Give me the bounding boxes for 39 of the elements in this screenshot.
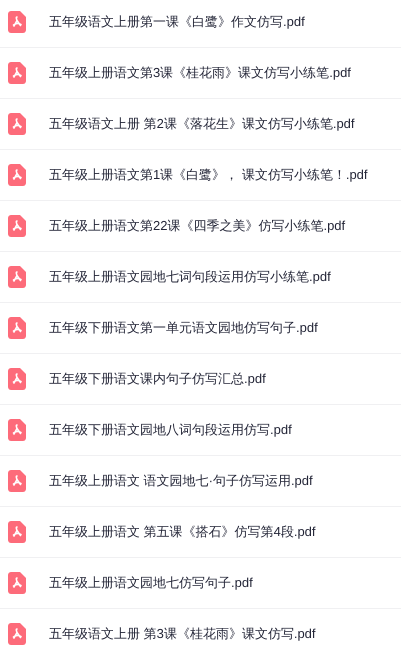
file-row[interactable]: 五年级上册语文园地七仿写句子.pdf (0, 558, 401, 609)
pdf-file-icon (8, 317, 26, 339)
file-row[interactable]: 五年级下册语文课内句子仿写汇总.pdf (0, 354, 401, 405)
pdf-file-icon (8, 266, 26, 288)
file-name: 五年级上册语文第1课《白鹭》， 课文仿写小练笔！.pdf (49, 166, 368, 184)
file-name: 五年级下册语文课内句子仿写汇总.pdf (49, 370, 266, 388)
file-name: 五年级上册语文第22课《四季之美》仿写小练笔.pdf (49, 217, 346, 236)
file-row[interactable]: 五年级上册语文园地七词句段运用仿写小练笔.pdf (0, 252, 401, 303)
pdf-file-icon (8, 11, 26, 33)
file-row[interactable]: 五年级下册语文园地八词句段运用仿写.pdf (0, 405, 401, 456)
file-name: 五年级上册语文园地七词句段运用仿写小练笔.pdf (49, 268, 331, 286)
file-name: 五年级上册语文第3课《桂花雨》课文仿写小练笔.pdf (49, 64, 351, 82)
file-row[interactable]: 五年级语文上册 第2课《落花生》课文仿写小练笔.pdf (0, 99, 401, 150)
pdf-file-icon (8, 521, 26, 543)
file-name: 五年级下册语文园地八词句段运用仿写.pdf (49, 421, 292, 440)
file-row[interactable]: 五年级语文上册 第3课《桂花雨》课文仿写.pdf (0, 609, 401, 654)
pdf-file-icon (8, 368, 26, 390)
pdf-file-icon (8, 62, 26, 84)
file-row[interactable]: 五年级上册语文第22课《四季之美》仿写小练笔.pdf (0, 201, 401, 252)
pdf-file-icon (8, 572, 26, 594)
file-name: 五年级上册语文 语文园地七·句子仿写运用.pdf (49, 472, 313, 490)
file-row[interactable]: 五年级上册语文第1课《白鹭》， 课文仿写小练笔！.pdf (0, 150, 401, 201)
pdf-file-icon (8, 164, 26, 186)
file-name: 五年级语文上册 第3课《桂花雨》课文仿写.pdf (49, 625, 316, 644)
file-name: 五年级上册语文园地七仿写句子.pdf (49, 574, 253, 592)
file-row[interactable]: 五年级下册语文第一单元语文园地仿写句子.pdf (0, 303, 401, 354)
pdf-file-icon (8, 215, 26, 237)
file-row[interactable]: 五年级上册语文第3课《桂花雨》课文仿写小练笔.pdf (0, 48, 401, 99)
file-name: 五年级下册语文第一单元语文园地仿写句子.pdf (49, 319, 318, 338)
file-name: 五年级上册语文 第五课《搭石》仿写第4段.pdf (49, 523, 316, 542)
pdf-file-icon (8, 419, 26, 441)
pdf-file-icon (8, 113, 26, 135)
file-name: 五年级语文上册 第2课《落花生》课文仿写小练笔.pdf (49, 115, 355, 134)
file-row[interactable]: 五年级上册语文 第五课《搭石》仿写第4段.pdf (0, 507, 401, 558)
file-row[interactable]: 五年级上册语文 语文园地七·句子仿写运用.pdf (0, 456, 401, 507)
file-name: 五年级语文上册第一课《白鹭》作文仿写.pdf (49, 13, 305, 32)
file-row[interactable]: 五年级语文上册第一课《白鹭》作文仿写.pdf (0, 0, 401, 48)
pdf-file-icon (8, 470, 26, 492)
pdf-file-icon (8, 623, 26, 645)
